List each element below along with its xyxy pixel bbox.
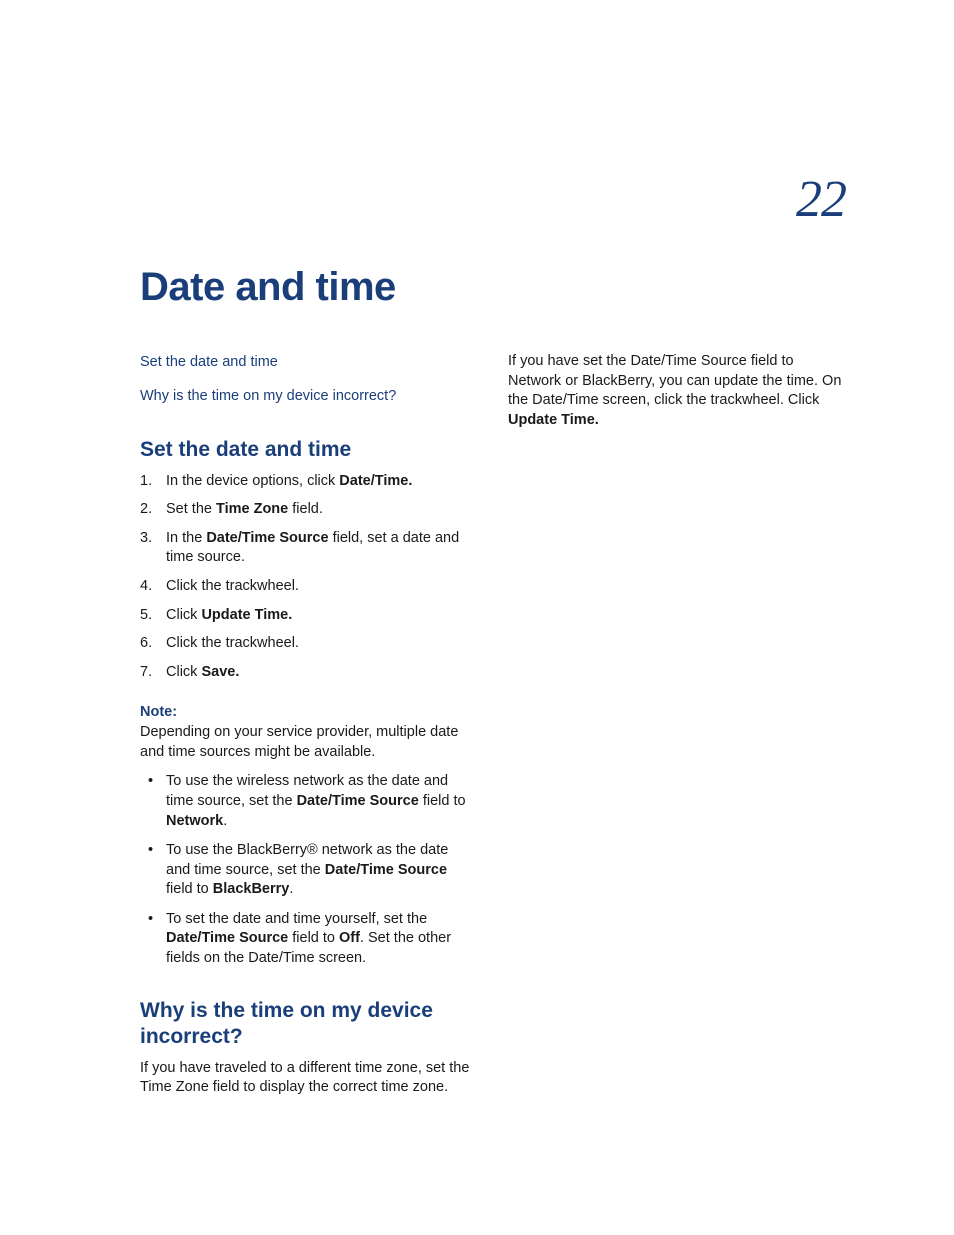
step-item: In the Date/Time Source field, set a dat… [140, 529, 470, 568]
step-item: Click the trackwheel. [140, 634, 470, 654]
step-item: Click Save. [140, 663, 470, 683]
chapter-title: Date and time [140, 265, 846, 310]
bullet-item: To set the date and time yourself, set t… [140, 910, 470, 969]
chapter-number: 22 [796, 170, 846, 229]
step-item: In the device options, click Date/Time. [140, 472, 470, 492]
toc-link-set-date-time[interactable]: Set the date and time [140, 352, 470, 372]
bullet-item: To use the wireless network as the date … [140, 772, 470, 831]
step-item: Click the trackwheel. [140, 577, 470, 597]
note-text: Depending on your service provider, mult… [140, 723, 470, 762]
para-update-time: If you have set the Date/Time Source fie… [508, 352, 846, 430]
heading-set-date-time: Set the date and time [140, 437, 470, 462]
para-timezone: If you have traveled to a different time… [140, 1059, 470, 1098]
step-item: Click Update Time. [140, 606, 470, 626]
bullet-item: To use the BlackBerry® network as the da… [140, 841, 470, 900]
note-bullets: To use the wireless network as the date … [140, 772, 470, 968]
heading-why-incorrect: Why is the time on my device incorrect? [140, 998, 470, 1048]
toc-link-why-incorrect[interactable]: Why is the time on my device incorrect? [140, 386, 470, 406]
step-item: Set the Time Zone field. [140, 500, 470, 520]
steps-list: In the device options, click Date/Time. … [140, 472, 470, 683]
note-label: Note: [140, 704, 470, 720]
